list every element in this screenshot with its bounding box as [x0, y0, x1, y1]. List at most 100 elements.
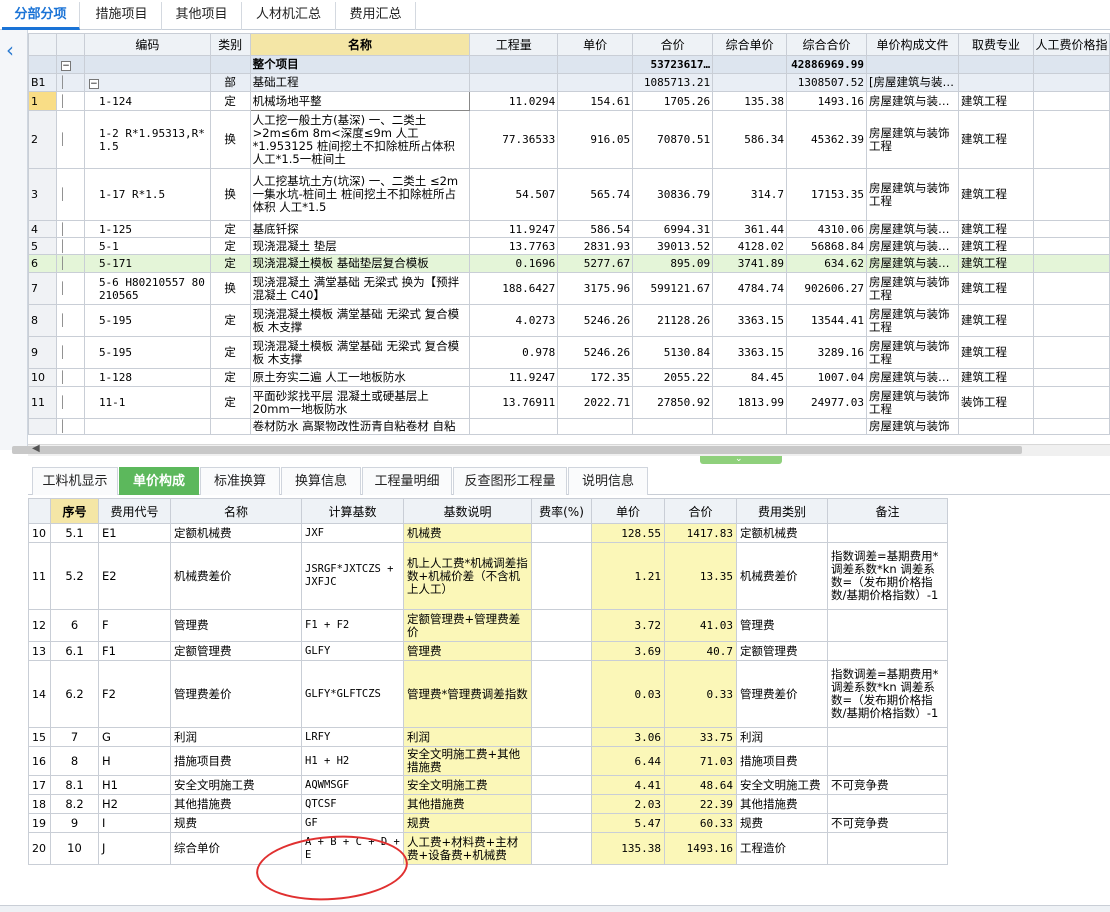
- item-type[interactable]: 定: [209, 368, 251, 387]
- subtab-material[interactable]: 工料机显示: [32, 467, 118, 495]
- detail-code[interactable]: I: [98, 813, 171, 833]
- detail-rate[interactable]: [531, 542, 592, 610]
- detail-type[interactable]: 安全文明施工费: [736, 775, 828, 795]
- detail-rate[interactable]: [531, 641, 592, 661]
- item-unit-total[interactable]: 13544.41: [786, 304, 868, 337]
- item-unit-total[interactable]: 902606.27: [786, 272, 868, 305]
- header-labor-index[interactable]: 人工费价格指: [1032, 33, 1110, 56]
- item-price[interactable]: 5246.26: [557, 336, 634, 369]
- header-unit-price[interactable]: 综合单价: [712, 33, 788, 56]
- detail-type[interactable]: 工程造价: [736, 832, 828, 865]
- detail-type[interactable]: 利润: [736, 727, 828, 747]
- detail-base[interactable]: AQWMSGF: [301, 775, 404, 795]
- detail-base[interactable]: GLFY: [301, 641, 404, 661]
- item-name[interactable]: 现浇混凝土 垫层: [249, 237, 471, 255]
- item-unit-price[interactable]: 314.7: [712, 168, 788, 221]
- subtab-unit-price[interactable]: 单价构成: [119, 467, 199, 495]
- item-price[interactable]: 154.61: [557, 91, 634, 111]
- detail-rate[interactable]: [531, 660, 592, 728]
- item-type[interactable]: [209, 418, 251, 435]
- item-unit-total[interactable]: 56868.84: [786, 237, 868, 255]
- item-major[interactable]: 装饰工程: [957, 386, 1034, 419]
- detail-type[interactable]: 规费: [736, 813, 828, 833]
- detail-type[interactable]: 管理费: [736, 609, 828, 642]
- table-row[interactable]: │ 卷材防水 高聚物改性沥青自粘卷材 自粘 房屋建筑与装饰: [28, 418, 1110, 435]
- detail-type[interactable]: 其他措施费: [736, 794, 828, 814]
- detail-row[interactable]: 19 9 I 规费 GF 规费 5.47 60.33 规费 不可竞争费: [28, 813, 948, 833]
- item-price[interactable]: 5277.67: [557, 254, 634, 273]
- detail-rate[interactable]: [531, 746, 592, 776]
- item-total[interactable]: 27850.92: [632, 386, 714, 419]
- item-name[interactable]: 现浇混凝土模板 基础垫层复合模板: [249, 254, 471, 273]
- detail-base[interactable]: JSRGF*JXTCZS + JXFJC: [301, 542, 404, 610]
- detail-rate[interactable]: [531, 813, 592, 833]
- item-price[interactable]: 172.35: [557, 368, 634, 387]
- item-file[interactable]: 房屋建筑与装饰: [866, 418, 959, 435]
- detail-name[interactable]: 定额机械费: [170, 523, 302, 543]
- detail-code[interactable]: J: [98, 832, 171, 865]
- item-qty[interactable]: 13.7763: [469, 237, 559, 255]
- table-row[interactable]: 10 │ 1-128 定原土夯实二遍 人工一地板防水 11.9247 172.35 2055…: [28, 368, 1110, 387]
- item-qty[interactable]: 54.507: [469, 168, 559, 221]
- detail-type[interactable]: 措施项目费: [736, 746, 828, 776]
- tab-feiyong[interactable]: 费用汇总: [336, 2, 416, 30]
- detail-rate[interactable]: [531, 794, 592, 814]
- item-qty[interactable]: 11.9247: [469, 368, 559, 387]
- table-row[interactable]: 1 │ 1-124 定机械场地平整 11.0294 154.61 1705.26 135.38…: [28, 91, 1110, 111]
- item-total[interactable]: 39013.52: [632, 237, 714, 255]
- detail-rate[interactable]: [531, 727, 592, 747]
- item-qty[interactable]: 11.0294: [469, 91, 559, 111]
- item-code[interactable]: 1-124: [83, 91, 211, 111]
- item-name[interactable]: 原土夯实二遍 人工一地板防水: [249, 368, 471, 387]
- item-unit-price[interactable]: 135.38: [712, 91, 788, 111]
- item-type[interactable]: 定: [209, 237, 251, 255]
- detail-row[interactable]: 14 6.2 F2 管理费差价 GLFY*GLFTCZS 管理费*管理费调差指数 0.03 0…: [28, 660, 948, 728]
- detail-type[interactable]: 管理费差价: [736, 660, 828, 728]
- item-file[interactable]: 房屋建筑与装饰工程: [866, 272, 959, 305]
- dheader-base[interactable]: 计算基数: [301, 498, 404, 524]
- item-price[interactable]: 5246.26: [557, 304, 634, 337]
- detail-code[interactable]: H1: [98, 775, 171, 795]
- item-qty[interactable]: 0.1696: [469, 254, 559, 273]
- item-unit-total[interactable]: 24977.03: [786, 386, 868, 419]
- detail-base[interactable]: JXF: [301, 523, 404, 543]
- item-price[interactable]: 3175.96: [557, 272, 634, 305]
- detail-code[interactable]: F1: [98, 641, 171, 661]
- detail-name[interactable]: 措施项目费: [170, 746, 302, 776]
- detail-code[interactable]: G: [98, 727, 171, 747]
- scroll-left-icon[interactable]: ◀: [32, 443, 40, 454]
- detail-note[interactable]: [827, 794, 948, 814]
- header-file[interactable]: 单价构成文件: [866, 33, 959, 56]
- item-major[interactable]: 建筑工程: [957, 168, 1034, 221]
- item-qty[interactable]: 188.6427: [469, 272, 559, 305]
- item-price[interactable]: 2022.71: [557, 386, 634, 419]
- detail-row[interactable]: 13 6.1 F1 定额管理费 GLFY 管理费 3.69 40.7 定额管理费: [28, 641, 948, 661]
- item-code[interactable]: 5-1: [83, 237, 211, 255]
- item-name[interactable]: 人工挖一般土方(基深) 一、二类土 >2m≤6m 8m<深度≤9m 人工*1.9…: [249, 110, 471, 169]
- dheader-desc[interactable]: 基数说明: [403, 498, 532, 524]
- item-type[interactable]: 换: [209, 110, 251, 169]
- detail-rate[interactable]: [531, 775, 592, 795]
- detail-base[interactable]: GLFY*GLFTCZS: [301, 660, 404, 728]
- item-unit-total[interactable]: 4310.06: [786, 220, 868, 238]
- detail-note[interactable]: [827, 641, 948, 661]
- item-code[interactable]: 1-128: [83, 368, 211, 387]
- detail-row[interactable]: 20 10 J 综合单价 A + B + C + D + E 人工费+材料费+主材费+设备…: [28, 832, 948, 865]
- item-type[interactable]: 定: [209, 220, 251, 238]
- item-unit-total[interactable]: 17153.35: [786, 168, 868, 221]
- detail-name[interactable]: 定额管理费: [170, 641, 302, 661]
- header-major[interactable]: 取费专业: [957, 33, 1034, 56]
- item-name[interactable]: 现浇混凝土 满堂基础 无梁式 换为【预拌混凝土 C40】: [249, 272, 471, 305]
- subtab-conversion[interactable]: 换算信息: [281, 467, 361, 495]
- item-labor-index[interactable]: [1032, 368, 1110, 387]
- item-file[interactable]: 房屋建筑与装饰工程: [866, 304, 959, 337]
- detail-row[interactable]: 10 5.1 E1 定额机械费 JXF 机械费 128.55 1417.83 定额机械费: [28, 523, 948, 543]
- item-total[interactable]: 2055.22: [632, 368, 714, 387]
- table-row[interactable]: 3 │ 1-17 R*1.5 换人工挖基坑土方(坑深) 一、二类土 ≤2m一集水坑-桩…: [28, 168, 1110, 221]
- item-major[interactable]: 建筑工程: [957, 237, 1034, 255]
- detail-row[interactable]: 12 6 F 管理费 F1 + F2 定额管理费+管理费差价 3.72 41.03 管理费: [28, 609, 948, 642]
- detail-name[interactable]: 管理费: [170, 609, 302, 642]
- item-qty[interactable]: 13.76911: [469, 386, 559, 419]
- side-collapse-bar[interactable]: [0, 30, 28, 450]
- header-price[interactable]: 单价: [557, 33, 634, 56]
